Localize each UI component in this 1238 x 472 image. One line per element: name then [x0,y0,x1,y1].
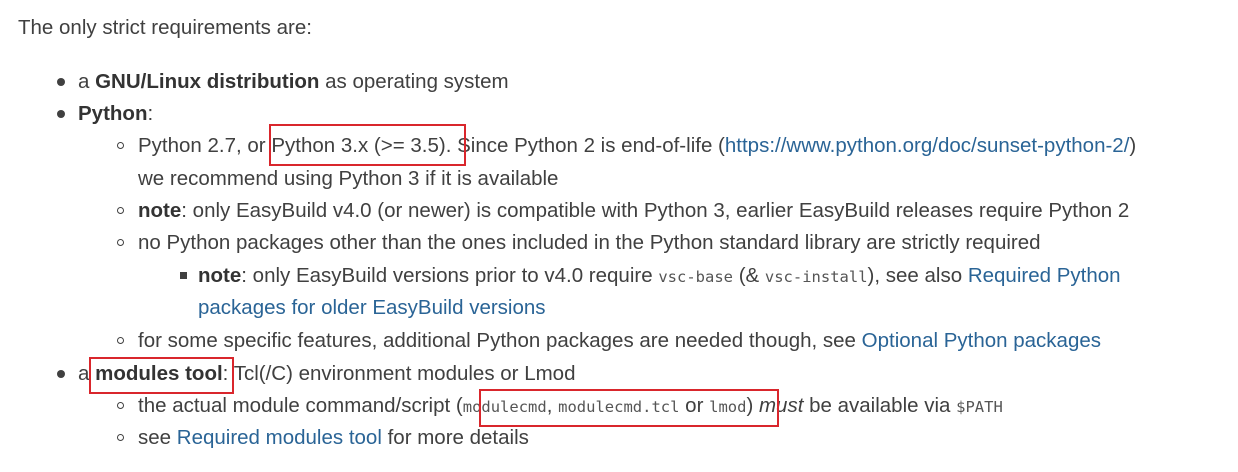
bullet-circle [117,434,124,441]
python-sub1-text2: . Since Python 2 is end-of-life ( [445,134,725,157]
python-sub1-text3: ) [1129,134,1137,157]
bullet-disc [57,370,65,378]
python-sub1-text1: Python 2.7, or [138,134,266,157]
bullet-disc [57,78,65,86]
python-sub1-line2: we recommend using Python 3 if it is ava… [138,167,559,190]
subsub-text3: ), see also [867,264,963,287]
note-strong: note [138,199,182,222]
bullet-disc [57,110,65,118]
code-vsc-install: vsc-install [764,268,868,286]
python-sub2-text: : only EasyBuild v4.0 (or newer) is comp… [181,199,1130,222]
python-sub4: for some specific features, additional P… [138,327,1101,355]
modules-sub2: see Required modules tool for more detai… [138,424,529,452]
os-suffix: as operating system [325,70,509,93]
python-sub4-text: for some specific features, additional P… [138,329,856,352]
required-python-packages-link-cont[interactable]: packages for older EasyBuild versions [198,296,546,319]
python-strong: Python [78,102,148,125]
python-subsub-line2: packages for older EasyBuild versions [198,294,546,322]
python-sub2: note: only EasyBuild v4.0 (or newer) is … [138,197,1129,225]
modules-prefix: a [78,362,90,385]
python-colon: : [147,102,154,125]
os-prefix: a [78,70,90,93]
subsub-text1: : only EasyBuild versions prior to v4.0 … [241,264,653,287]
list-item-os: a GNU/Linux distribution as operating sy… [78,68,509,96]
modules-sub2-text1: see [138,426,172,449]
list-item-python: Python: [78,100,153,128]
bullet-circle [117,337,124,344]
required-python-packages-link[interactable]: Required Python [968,264,1121,287]
bullet-circle [117,207,124,214]
annotation-box-modulecmd [479,389,779,427]
bullet-circle [117,239,124,246]
bullet-circle [117,402,124,409]
python-sub3: no Python packages other than the ones i… [138,231,1041,254]
intro-text: The only strict requirements are: [18,16,312,39]
modules-suffix: : Tcl(/C) environment modules or Lmod [222,362,576,385]
note-strong: note [198,264,242,287]
modules-sub1-text1: the actual module command/script ( [138,394,463,417]
python-subsub-line1: note: only EasyBuild versions prior to v… [198,262,1121,291]
modules-sub2-text2: for more details [387,426,529,449]
bullet-square [180,272,187,279]
bullet-circle [117,142,124,149]
required-modules-tool-link[interactable]: Required modules tool [177,426,382,449]
code-vsc-base: vsc-base [658,268,733,286]
optional-python-packages-link[interactable]: Optional Python packages [862,329,1101,352]
annotation-box-python3 [269,124,466,166]
subsub-text2: (& [738,264,760,287]
modules-sub1-text3: be available via [809,394,951,417]
os-strong: GNU/Linux distribution [95,70,320,93]
document: The only strict requirements are: a GNU/… [0,0,1238,472]
python-sunset-link[interactable]: https://www.python.org/doc/sunset-python… [725,134,1130,157]
annotation-box-modules-tool [89,357,234,394]
code-path: $PATH [956,398,1003,416]
